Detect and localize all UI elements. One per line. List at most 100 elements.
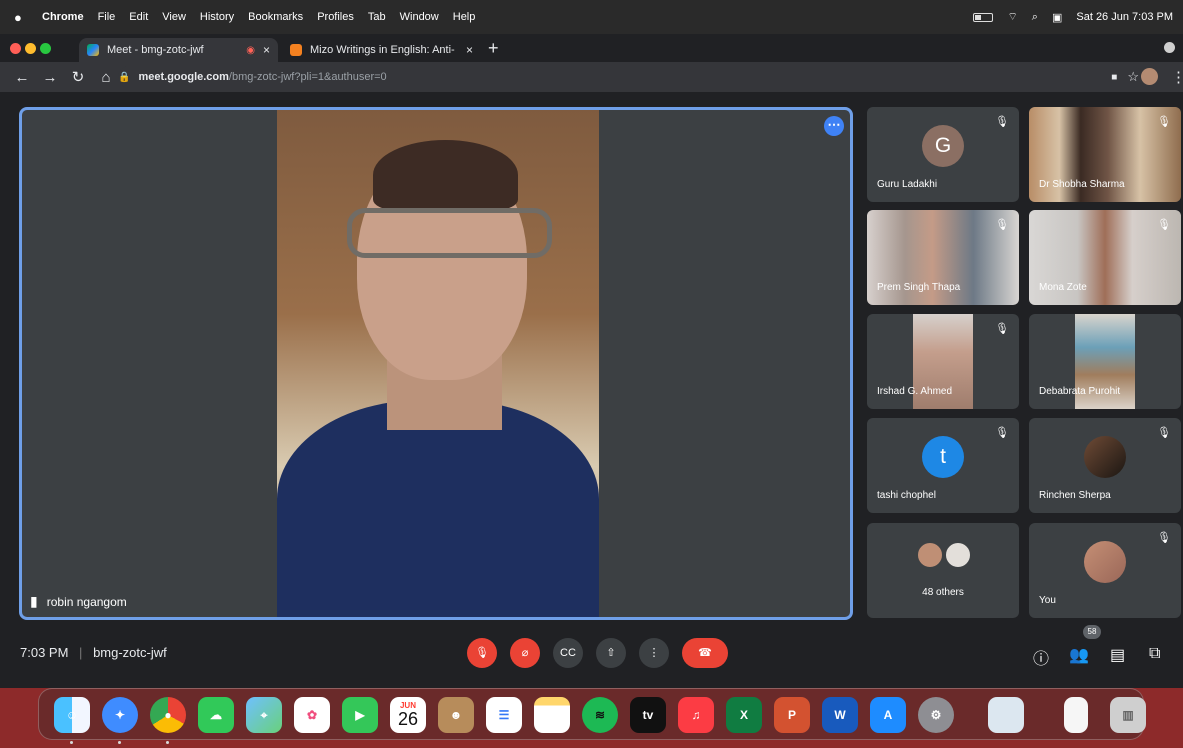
participant-tile[interactable]: 🎙 Mona Zote — [1029, 210, 1181, 305]
activities-icon[interactable]: ⧉ — [1149, 645, 1160, 665]
apple-icon[interactable]: ● — [14, 10, 28, 25]
mic-off-button[interactable]: 🎙 — [467, 638, 497, 668]
profile-avatar[interactable] — [1141, 68, 1158, 85]
people-icon[interactable]: 👥 — [1069, 645, 1089, 665]
meeting-controls-bar: 7:03 PM | bmg-zotc-jwf 🎙 ⌀ CC ⇧ ⋮ ☎ ⓘ 👥 … — [0, 621, 1183, 688]
menu-bookmarks[interactable]: Bookmarks — [248, 11, 303, 23]
running-indicator — [70, 741, 73, 744]
camera-indicator-icon[interactable]: ■ — [1111, 72, 1117, 83]
photos-icon[interactable]: ✿ — [294, 697, 330, 733]
menu-file[interactable]: File — [98, 11, 116, 23]
participant-tile[interactable]: 🎙 Dr Shobha Sharma — [1029, 107, 1181, 202]
reload-icon[interactable]: ↻ — [64, 68, 92, 86]
menu-window[interactable]: Window — [400, 11, 439, 23]
messages-icon[interactable]: ☁ — [198, 697, 234, 733]
document-icon[interactable] — [1064, 697, 1088, 733]
meet-favicon-icon — [87, 44, 99, 56]
pin-icon[interactable]: ▮ — [30, 593, 38, 610]
excel-icon[interactable]: X — [726, 697, 762, 733]
powerpoint-icon[interactable]: P — [774, 697, 810, 733]
wifi-icon[interactable]: ⌔ — [1007, 10, 1017, 24]
chat-icon[interactable]: ▤ — [1110, 645, 1125, 665]
avatar — [944, 541, 972, 569]
back-icon[interactable]: ← — [8, 69, 36, 86]
menu-clock[interactable]: Sat 26 Jun 7:03 PM — [1076, 11, 1173, 23]
maps-icon[interactable]: ⌖ — [246, 697, 282, 733]
menu-help[interactable]: Help — [453, 11, 476, 23]
participant-tile[interactable]: 🎙 Rinchen Sherpa — [1029, 418, 1181, 513]
mic-off-icon: 🎙 — [1157, 532, 1171, 544]
participant-tile[interactable]: 48 others — [867, 523, 1019, 618]
notes-icon[interactable] — [534, 697, 570, 733]
present-now-button[interactable]: ⇧ — [596, 638, 626, 668]
participant-tile[interactable]: 🎙 You — [1029, 523, 1181, 618]
captions-button[interactable]: CC — [553, 638, 583, 668]
new-tab-button[interactable]: + — [488, 39, 499, 57]
tab-title: Mizo Writings in English: Anti- — [310, 44, 455, 56]
lock-icon: 🔒 — [118, 71, 131, 83]
chrome-icon[interactable]: ● — [150, 697, 186, 733]
facetime-icon[interactable]: ▶ — [342, 697, 378, 733]
music-icon[interactable]: ♫ — [678, 697, 714, 733]
bookmark-star-icon[interactable]: ☆ — [1127, 69, 1139, 85]
battery-icon[interactable] — [973, 12, 994, 22]
app-store-icon[interactable]: A — [870, 697, 906, 733]
safari-icon[interactable]: ✦ — [102, 697, 138, 733]
participant-tile[interactable]: 🎙 Irshad G. Ahmed — [867, 314, 1019, 409]
leave-call-button[interactable]: ☎ — [682, 638, 728, 668]
mic-off-icon: 🎙 — [1157, 116, 1171, 128]
close-tab-icon[interactable]: × — [263, 43, 270, 57]
menu-profiles[interactable]: Profiles — [317, 11, 354, 23]
tab-title: Meet - bmg-zotc-jwf — [107, 44, 204, 56]
forward-icon[interactable]: → — [36, 69, 64, 86]
zoom-window-icon[interactable] — [40, 43, 51, 54]
spotify-icon[interactable]: ≋ — [582, 697, 618, 733]
calendar-icon[interactable]: JUN 26 — [390, 697, 426, 733]
participant-tile[interactable]: Debabrata Purohit — [1029, 314, 1181, 409]
menu-view[interactable]: View — [162, 11, 186, 23]
camera-off-button[interactable]: ⌀ — [510, 638, 540, 668]
participant-hair — [373, 140, 518, 210]
contacts-icon[interactable]: ☻ — [438, 697, 474, 733]
tab-mizo-writings[interactable]: Mizo Writings in English: Anti- × — [282, 38, 481, 62]
avatar: G — [922, 125, 964, 167]
address-bar[interactable]: 🔒 meet.google.com /bmg-zotc-jwf?pli=1&au… — [118, 66, 1143, 88]
browser-menu-icon[interactable]: ⋮ — [1171, 68, 1183, 86]
profile-circle-icon[interactable] — [1164, 42, 1175, 53]
apple-tv-icon[interactable]: tv — [630, 697, 666, 733]
trash-icon[interactable]: ▥ — [1110, 697, 1146, 733]
system-preferences-icon[interactable]: ⚙ — [918, 697, 954, 733]
participant-name: Prem Singh Thapa — [877, 282, 961, 293]
url-path: /bmg-zotc-jwf?pli=1&authuser=0 — [228, 71, 387, 83]
participant-tile[interactable]: 🎙 Prem Singh Thapa — [867, 210, 1019, 305]
main-video-tile[interactable]: ▮ robin ngangom ⋯ — [19, 107, 853, 620]
menu-edit[interactable]: Edit — [129, 11, 148, 23]
menu-app-chrome[interactable]: Chrome — [42, 11, 84, 23]
home-icon[interactable]: ⌂ — [92, 69, 120, 86]
avatar — [1084, 541, 1126, 583]
preview-icon[interactable] — [988, 697, 1024, 733]
control-center-icon[interactable]: ▣ — [1052, 11, 1062, 24]
participant-name: 48 others — [922, 587, 964, 598]
participant-tile[interactable]: t 🎙 tashi chophel — [867, 418, 1019, 513]
minimize-window-icon[interactable] — [25, 43, 36, 54]
google-meet-page: ▮ robin ngangom ⋯ G 🎙 Guru Ladakhi 🎙 Dr … — [0, 92, 1183, 688]
avatar — [916, 541, 944, 569]
close-tab-icon[interactable]: × — [466, 43, 473, 57]
menu-tab[interactable]: Tab — [368, 11, 386, 23]
menu-history[interactable]: History — [200, 11, 234, 23]
main-participant-video — [277, 110, 599, 617]
tab-google-meet[interactable]: Meet - bmg-zotc-jwf ◉ × — [79, 38, 278, 62]
participant-tile[interactable]: G 🎙 Guru Ladakhi — [867, 107, 1019, 202]
macos-dock: ☺ ✦ ● ☁ ⌖ ✿ ▶ JUN 26 ☻ ☰ ≋ tv ♫ X P W A … — [38, 688, 1146, 744]
close-window-icon[interactable] — [10, 43, 21, 54]
reminders-icon[interactable]: ☰ — [486, 697, 522, 733]
more-options-icon[interactable]: ⋯ — [824, 116, 844, 136]
search-icon[interactable]: ⌕ — [1032, 11, 1038, 24]
meeting-details-icon[interactable]: ⓘ — [1033, 645, 1049, 668]
more-options-button[interactable]: ⋮ — [639, 638, 669, 668]
participant-sweater — [277, 400, 599, 617]
finder-icon[interactable]: ☺ — [54, 697, 90, 733]
running-indicator — [118, 741, 121, 744]
word-icon[interactable]: W — [822, 697, 858, 733]
